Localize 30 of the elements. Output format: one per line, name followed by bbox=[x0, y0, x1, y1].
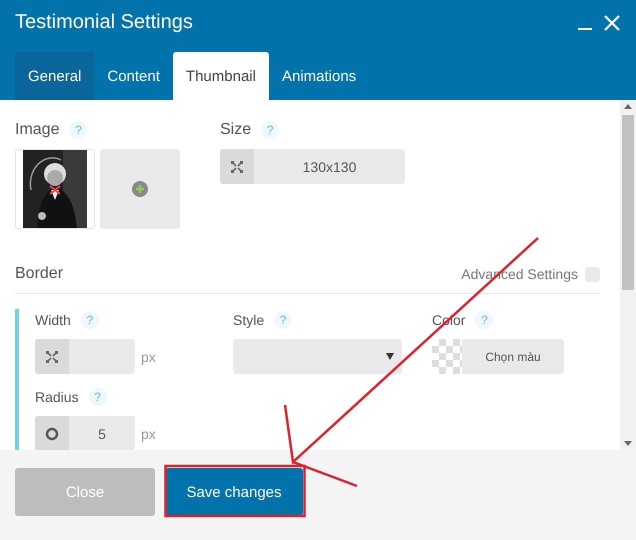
section-label: Border bbox=[15, 265, 64, 283]
window-title: Testimonial Settings bbox=[15, 11, 194, 34]
expand-icon bbox=[46, 350, 58, 362]
scroll-down-icon bbox=[624, 441, 632, 446]
size-field[interactable]: 130x130 bbox=[220, 149, 405, 184]
tab[interactable]: Thumbnail bbox=[172, 52, 269, 100]
tab[interactable]: General bbox=[15, 52, 94, 100]
field-label: Width bbox=[35, 312, 71, 328]
add-image-button[interactable] bbox=[100, 149, 180, 229]
number-field[interactable] bbox=[35, 339, 135, 374]
number-field[interactable]: 5 bbox=[35, 416, 135, 450]
minimize-icon bbox=[578, 28, 592, 30]
plus-icon bbox=[132, 181, 148, 197]
unit-label: px bbox=[141, 348, 156, 364]
field-label: Radius bbox=[35, 389, 79, 405]
tab[interactable]: Content bbox=[94, 52, 173, 100]
style-dropdown[interactable] bbox=[233, 339, 402, 374]
scrollbar[interactable] bbox=[620, 100, 636, 450]
dropdown-arrow-icon bbox=[386, 353, 394, 360]
section-label: Image bbox=[15, 121, 60, 139]
close-icon bbox=[604, 14, 620, 30]
unit-label: px bbox=[141, 426, 156, 442]
field-label: Style bbox=[233, 312, 264, 328]
tab[interactable]: Animations bbox=[268, 52, 370, 100]
scroll-up-icon bbox=[624, 104, 632, 109]
circle-icon bbox=[45, 426, 59, 440]
save-button[interactable]: Save changes bbox=[165, 468, 303, 516]
section-label: Size bbox=[220, 121, 252, 139]
expand-icon bbox=[231, 160, 243, 172]
color-picker-button[interactable]: Chọn màu bbox=[432, 339, 564, 374]
